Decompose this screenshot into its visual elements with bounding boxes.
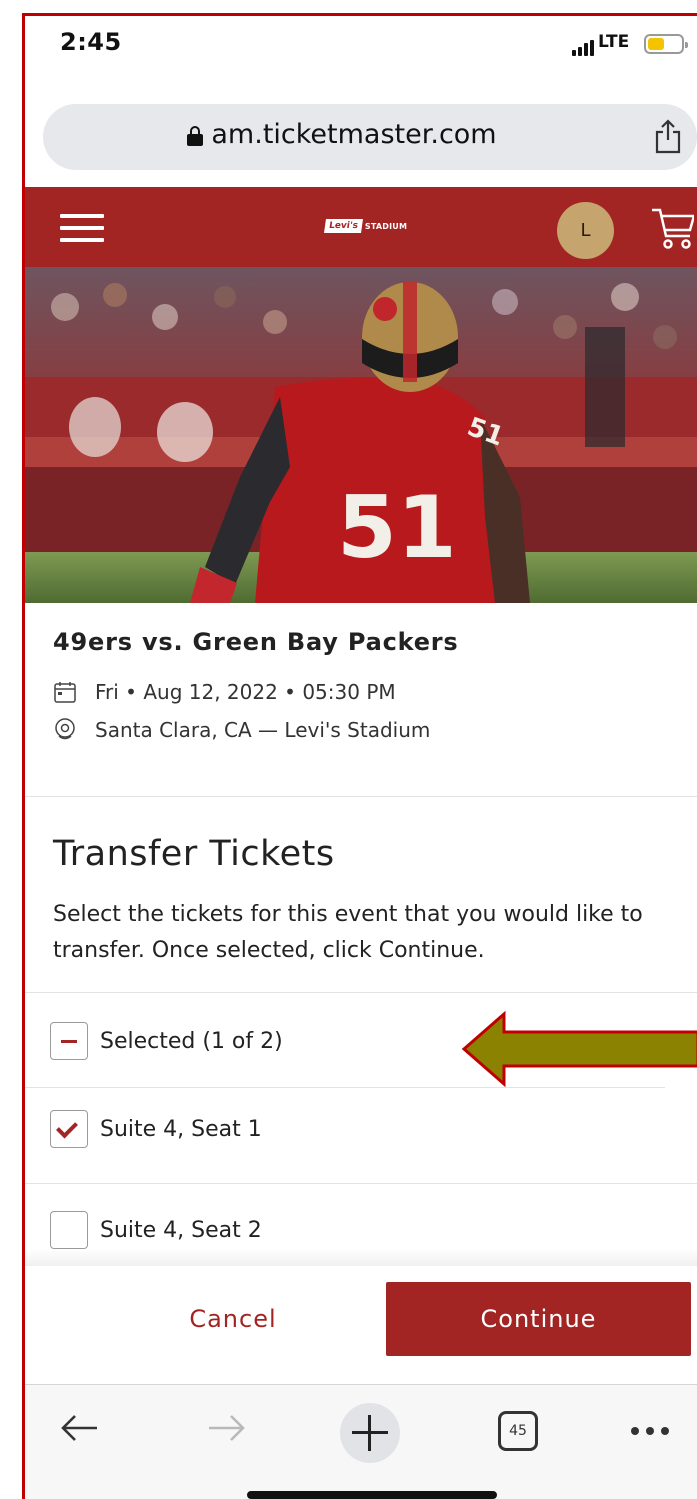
home-indicator <box>247 1491 497 1499</box>
list-divider <box>25 1087 665 1088</box>
new-tab-icon[interactable] <box>340 1403 400 1463</box>
event-location-row: Santa Clara, CA — Levi's Stadium <box>53 718 693 742</box>
status-bar <box>25 16 697 104</box>
list-divider <box>25 992 697 993</box>
avatar[interactable]: L <box>557 202 614 259</box>
more-icon[interactable] <box>631 1427 669 1435</box>
select-all-checkbox[interactable] <box>50 1022 88 1060</box>
url-display[interactable]: am.ticketmaster.com <box>43 119 641 150</box>
indeterminate-icon <box>61 1040 77 1043</box>
select-all-label[interactable]: Selected (1 of 2) <box>100 1029 283 1054</box>
cancel-button[interactable]: Cancel <box>120 1282 346 1356</box>
event-info: 49ers vs. Green Bay Packers Fri • Aug 12… <box>53 628 693 742</box>
event-datetime: Fri • Aug 12, 2022 • 05:30 PM <box>95 680 396 704</box>
back-arrow-icon[interactable] <box>57 1405 103 1451</box>
lock-icon <box>187 125 204 146</box>
network-type: LTE <box>598 32 630 52</box>
logo-text: STADIUM <box>364 221 408 231</box>
scroll-shadow <box>25 1248 697 1266</box>
event-location: Santa Clara, CA — Levi's Stadium <box>95 718 431 742</box>
logo-badge: Levi's <box>324 219 363 233</box>
cart-icon[interactable] <box>650 204 694 250</box>
browser-toolbar: 45 <box>25 1384 697 1499</box>
seat-row[interactable]: Suite 4, Seat 1 <box>50 1110 262 1148</box>
site-header: Levi's STADIUM L <box>25 187 697 267</box>
seat-checkbox[interactable] <box>50 1211 88 1249</box>
status-time: 2:45 <box>60 28 122 56</box>
section-divider <box>25 796 697 797</box>
seat-checkbox[interactable] <box>50 1110 88 1148</box>
page-title: Transfer Tickets <box>53 834 335 874</box>
stadium-logo[interactable]: Levi's STADIUM <box>324 219 408 233</box>
share-icon[interactable] <box>653 118 683 154</box>
address-bar[interactable]: am.ticketmaster.com <box>43 104 697 170</box>
hero-jersey-number: 51 <box>337 478 457 578</box>
check-icon <box>56 1116 78 1139</box>
signal-icon <box>572 40 594 56</box>
location-pin-icon <box>55 718 75 740</box>
seat-row[interactable]: Suite 4, Seat 2 <box>50 1211 262 1249</box>
annotation-arrow <box>461 1010 697 1088</box>
battery-icon <box>644 34 688 54</box>
calendar-icon <box>54 682 76 703</box>
seat-label[interactable]: Suite 4, Seat 1 <box>100 1117 262 1142</box>
select-all-checkbox-row[interactable]: Selected (1 of 2) <box>50 1022 283 1060</box>
continue-button[interactable]: Continue <box>386 1282 691 1356</box>
transfer-instructions: Select the tickets for this event that y… <box>53 902 643 963</box>
list-divider <box>25 1183 697 1184</box>
tabs-icon[interactable]: 45 <box>498 1411 538 1451</box>
event-datetime-row: Fri • Aug 12, 2022 • 05:30 PM <box>53 680 693 704</box>
seat-label[interactable]: Suite 4, Seat 2 <box>100 1218 262 1243</box>
event-hero-image: 51 51 <box>25 267 697 603</box>
url-text: am.ticketmaster.com <box>211 119 497 150</box>
hamburger-icon[interactable] <box>60 214 104 242</box>
event-title: 49ers vs. Green Bay Packers <box>53 628 459 656</box>
forward-arrow-icon[interactable] <box>203 1405 249 1451</box>
